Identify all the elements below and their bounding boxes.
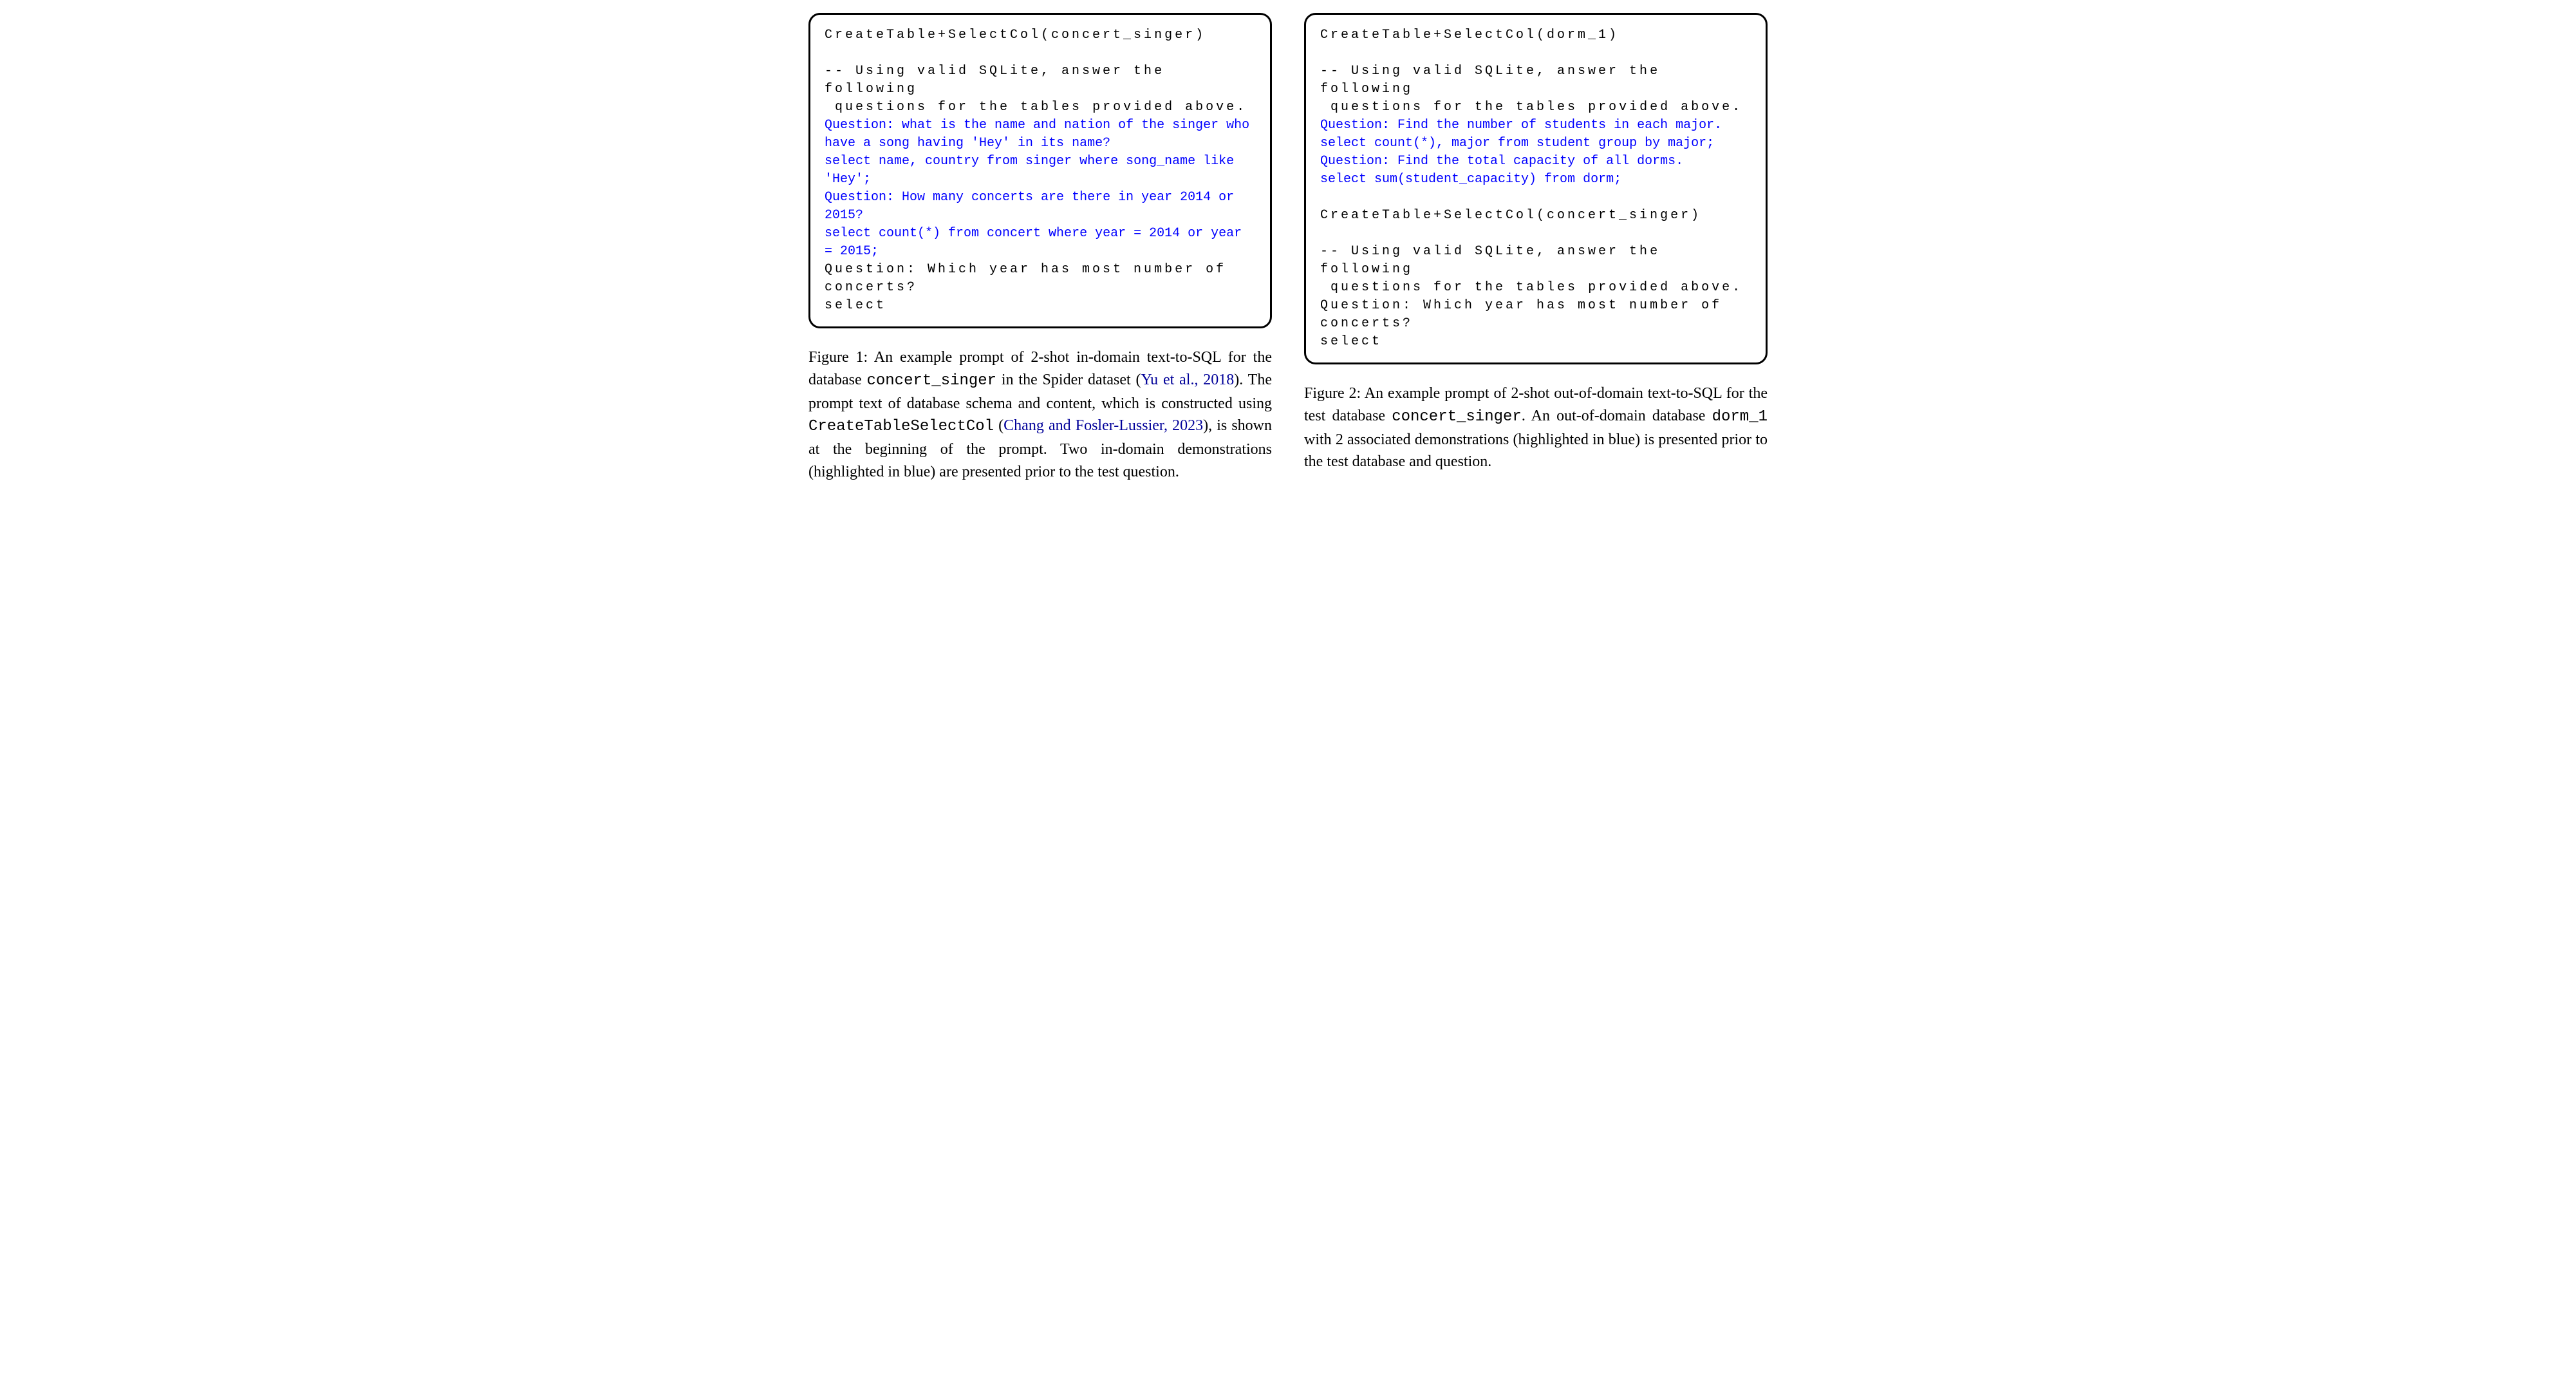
figure-2-column: CreateTable+SelectCol(dorm_1) -- Using v…	[1304, 13, 1768, 484]
fig1-cite1: Yu et al., 2018	[1141, 372, 1235, 388]
fig1-caption-part2: in the Spider dataset (	[996, 372, 1141, 388]
figure-1-caption: Figure 1: An example prompt of 2-shot in…	[808, 346, 1272, 484]
fig1-code-line1: CreateTable+SelectCol(concert_singer)	[825, 28, 1206, 42]
fig1-cite2: Chang and Fosler-Lussier, 2023	[1003, 417, 1203, 434]
fig2-mono2: dorm_1	[1712, 408, 1768, 426]
fig1-code-line3: Question: Which year has most number of …	[825, 262, 1237, 313]
fig2-caption-part2: . An out-of-domain database	[1522, 408, 1712, 424]
fig1-code-blue-demo: Question: what is the name and nation of…	[825, 118, 1257, 259]
fig1-code-line2: -- Using valid SQLite, answer the follow…	[825, 64, 1247, 115]
fig2-code-blue-demo: Question: Find the number of students in…	[1320, 118, 1722, 187]
fig2-code-line3: CreateTable+SelectCol(concert_singer)	[1320, 208, 1701, 223]
figure-2-code-box: CreateTable+SelectCol(dorm_1) -- Using v…	[1304, 13, 1768, 364]
fig1-label: Figure 1:	[808, 349, 868, 366]
fig2-code-line2: -- Using valid SQLite, answer the follow…	[1320, 64, 1742, 115]
fig1-mono2: CreateTableSelectCol	[808, 418, 994, 435]
fig1-caption-part4: (	[994, 417, 1003, 434]
figure-1-column: CreateTable+SelectCol(concert_singer) --…	[808, 13, 1272, 484]
figure-2-caption: Figure 2: An example prompt of 2-shot ou…	[1304, 382, 1768, 473]
fig1-mono1: concert_singer	[866, 372, 996, 390]
fig2-label: Figure 2:	[1304, 385, 1361, 402]
fig2-code-line1: CreateTable+SelectCol(dorm_1)	[1320, 28, 1619, 42]
fig2-caption-part3: with 2 associated demonstrations (highli…	[1304, 431, 1768, 471]
fig2-code-line4: -- Using valid SQLite, answer the follow…	[1320, 244, 1742, 349]
figure-1-code-box: CreateTable+SelectCol(concert_singer) --…	[808, 13, 1272, 328]
fig2-mono1: concert_singer	[1392, 408, 1522, 426]
